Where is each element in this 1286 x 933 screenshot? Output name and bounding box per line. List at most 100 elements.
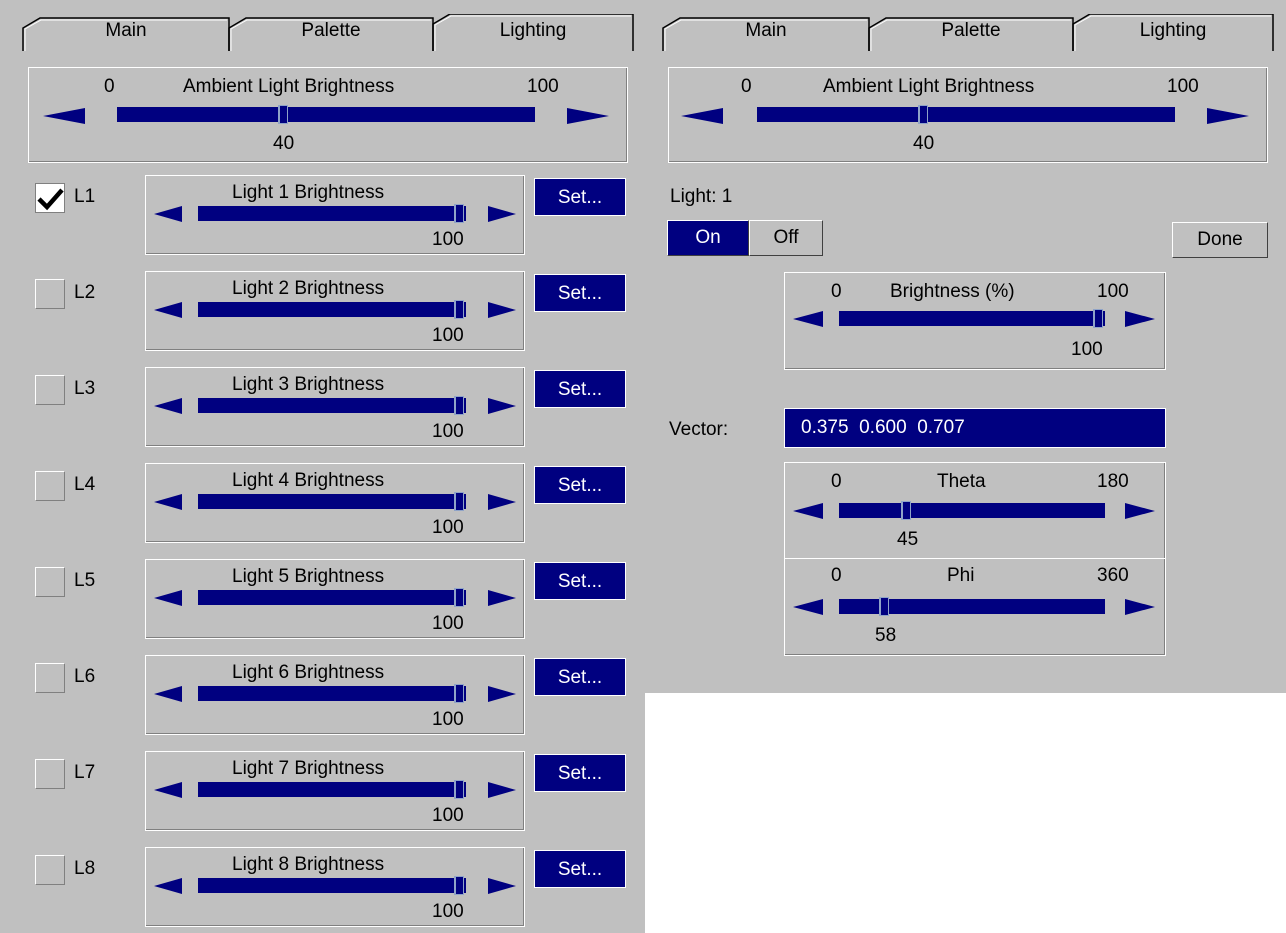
light-row: L2 Light 2 Brightness 100 Set... bbox=[0, 271, 645, 351]
left-arrow-icon[interactable] bbox=[43, 108, 85, 124]
left-arrow-icon[interactable] bbox=[154, 494, 182, 510]
light-6-label: L6 bbox=[74, 666, 96, 687]
light-1-slider[interactable] bbox=[198, 204, 466, 223]
brightness-slider-thumb[interactable] bbox=[1093, 309, 1103, 328]
light-8-brightness-group: Light 8 Brightness 100 bbox=[145, 847, 525, 927]
right-arrow-icon[interactable] bbox=[1125, 599, 1155, 615]
light-4-slider[interactable] bbox=[198, 492, 466, 511]
left-arrow-icon[interactable] bbox=[154, 782, 182, 798]
left-arrow-icon[interactable] bbox=[154, 590, 182, 606]
right-arrow-icon[interactable] bbox=[488, 878, 516, 894]
left-arrow-icon[interactable] bbox=[793, 503, 823, 519]
light-2-slider[interactable] bbox=[198, 300, 466, 319]
light-2-value: 100 bbox=[432, 325, 464, 346]
light-7-checkbox[interactable] bbox=[35, 759, 65, 789]
theta-slider-thumb[interactable] bbox=[901, 501, 911, 520]
light-4-value: 100 bbox=[432, 517, 464, 538]
tab-main[interactable]: Main bbox=[662, 14, 870, 52]
right-arrow-icon[interactable] bbox=[488, 206, 516, 222]
left-arrow-icon[interactable] bbox=[793, 599, 823, 615]
done-button[interactable]: Done bbox=[1172, 222, 1268, 258]
left-arrow-icon[interactable] bbox=[154, 686, 182, 702]
light-3-slider-thumb[interactable] bbox=[454, 396, 464, 415]
right-arrow-icon[interactable] bbox=[488, 782, 516, 798]
right-arrow-icon[interactable] bbox=[488, 302, 516, 318]
left-arrow-icon[interactable] bbox=[154, 302, 182, 318]
on-button[interactable]: On bbox=[667, 220, 749, 256]
light-5-checkbox[interactable] bbox=[35, 567, 65, 597]
left-arrow-icon[interactable] bbox=[154, 206, 182, 222]
phi-slider[interactable] bbox=[839, 597, 1105, 616]
light-3-slider[interactable] bbox=[198, 396, 466, 415]
light-2-set-button[interactable]: Set... bbox=[534, 274, 626, 312]
light-6-value: 100 bbox=[432, 709, 464, 730]
right-arrow-icon[interactable] bbox=[488, 494, 516, 510]
light-5-slider-thumb[interactable] bbox=[454, 588, 464, 607]
light-1-label: L1 bbox=[74, 186, 96, 207]
left-arrow-icon[interactable] bbox=[154, 878, 182, 894]
right-arrow-icon[interactable] bbox=[488, 590, 516, 606]
light-row: L6 Light 6 Brightness 100 Set... bbox=[0, 655, 645, 735]
light-5-slider[interactable] bbox=[198, 588, 466, 607]
ambient-value: 40 bbox=[913, 133, 935, 154]
right-arrow-icon[interactable] bbox=[1207, 108, 1249, 124]
light-row: L8 Light 8 Brightness 100 Set... bbox=[0, 847, 645, 927]
light-6-set-button[interactable]: Set... bbox=[534, 658, 626, 696]
right-arrow-icon[interactable] bbox=[1125, 311, 1155, 327]
right-arrow-icon[interactable] bbox=[567, 108, 609, 124]
off-button[interactable]: Off bbox=[749, 220, 823, 256]
brightness-value: 100 bbox=[1071, 339, 1103, 360]
right-arrow-icon[interactable] bbox=[488, 686, 516, 702]
theta-slider[interactable] bbox=[839, 501, 1105, 520]
light-7-title: Light 7 Brightness bbox=[232, 758, 385, 779]
right-arrow-icon[interactable] bbox=[1125, 503, 1155, 519]
light-row: L4 Light 4 Brightness 100 Set... bbox=[0, 463, 645, 543]
light-8-set-button[interactable]: Set... bbox=[534, 850, 626, 888]
light-1-title: Light 1 Brightness bbox=[232, 182, 385, 203]
light-row: L7 Light 7 Brightness 100 Set... bbox=[0, 751, 645, 831]
light-7-slider[interactable] bbox=[198, 780, 466, 799]
light-4-title: Light 4 Brightness bbox=[232, 470, 385, 491]
ambient-slider-thumb[interactable] bbox=[918, 105, 928, 124]
tab-main[interactable]: Main bbox=[22, 14, 230, 52]
right-arrow-icon[interactable] bbox=[488, 398, 516, 414]
light-8-slider[interactable] bbox=[198, 876, 466, 895]
light-8-slider-thumb[interactable] bbox=[454, 876, 464, 895]
light-5-label: L5 bbox=[74, 570, 96, 591]
light-6-checkbox[interactable] bbox=[35, 663, 65, 693]
light-2-checkbox[interactable] bbox=[35, 279, 65, 309]
light-7-set-button[interactable]: Set... bbox=[534, 754, 626, 792]
vector-label: Vector: bbox=[669, 419, 729, 440]
left-arrow-icon[interactable] bbox=[793, 311, 823, 327]
phi-slider-thumb[interactable] bbox=[879, 597, 889, 616]
ambient-slider[interactable] bbox=[117, 105, 535, 124]
light-3-set-button[interactable]: Set... bbox=[534, 370, 626, 408]
light-6-slider-thumb[interactable] bbox=[454, 684, 464, 703]
light-5-set-button[interactable]: Set... bbox=[534, 562, 626, 600]
tab-lighting[interactable]: Lighting bbox=[1072, 14, 1274, 52]
left-arrow-icon[interactable] bbox=[154, 398, 182, 414]
light-8-checkbox[interactable] bbox=[35, 855, 65, 885]
tab-palette[interactable]: Palette bbox=[868, 14, 1074, 52]
light-2-slider-thumb[interactable] bbox=[454, 300, 464, 319]
light-1-checkbox[interactable] bbox=[35, 183, 65, 213]
light-4-checkbox[interactable] bbox=[35, 471, 65, 501]
tab-palette[interactable]: Palette bbox=[228, 14, 434, 52]
brightness-max-label: 100 bbox=[1097, 281, 1129, 302]
tab-lighting[interactable]: Lighting bbox=[432, 14, 634, 52]
vector-field[interactable]: 0.375 0.600 0.707 bbox=[784, 408, 1166, 448]
light-6-slider[interactable] bbox=[198, 684, 466, 703]
light-7-slider-thumb[interactable] bbox=[454, 780, 464, 799]
left-arrow-icon[interactable] bbox=[681, 108, 723, 124]
ambient-slider[interactable] bbox=[757, 105, 1175, 124]
light-2-label: L2 bbox=[74, 282, 96, 303]
ambient-brightness-group: 0 Ambient Light Brightness 100 40 bbox=[668, 67, 1268, 163]
light-1-brightness-group: Light 1 Brightness 100 bbox=[145, 175, 525, 255]
light-3-checkbox[interactable] bbox=[35, 375, 65, 405]
ambient-slider-thumb[interactable] bbox=[278, 105, 288, 124]
brightness-slider[interactable] bbox=[839, 309, 1105, 328]
light-4-set-button[interactable]: Set... bbox=[534, 466, 626, 504]
light-4-slider-thumb[interactable] bbox=[454, 492, 464, 511]
light-1-slider-thumb[interactable] bbox=[454, 204, 464, 223]
light-1-set-button[interactable]: Set... bbox=[534, 178, 626, 216]
